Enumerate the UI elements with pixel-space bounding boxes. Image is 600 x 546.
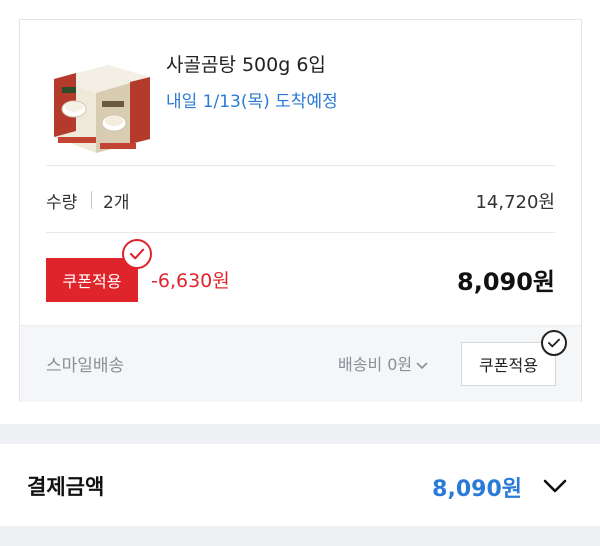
coupon-discount: -6,630원 (151, 270, 230, 292)
coupon-row: 쿠폰적용 -6,630원 8,090원 (46, 239, 555, 303)
section-divider (0, 424, 600, 444)
apply-coupon-button[interactable]: 쿠폰적용 (46, 258, 138, 302)
item-final-price: 8,090원 (457, 268, 555, 296)
section-divider (0, 526, 600, 546)
shipping-fee-dropdown[interactable]: 배송비 0원 (338, 351, 428, 375)
order-item-card: 사골곰탕 500g 6입 내일 1/13(목) 도착예정 수량 2개 14,72… (19, 19, 582, 402)
product-section: 사골곰탕 500g 6입 내일 1/13(목) 도착예정 (20, 20, 581, 166)
shipping-row: 스마일배송 배송비 0원 쿠폰적용 (20, 325, 581, 402)
chevron-down-icon[interactable] (541, 474, 569, 498)
product-name[interactable]: 사골곰탕 500g 6입 (166, 50, 326, 77)
divider (46, 232, 555, 233)
payment-summary-row[interactable]: 결제금액 8,090원 (0, 444, 600, 526)
product-thumbnail[interactable] (46, 57, 154, 157)
shipping-label: 스마일배송 (46, 356, 125, 376)
quantity-row: 수량 2개 14,720원 (46, 186, 555, 216)
delivery-estimate: 내일 1/13(목) 도착예정 (166, 92, 338, 112)
quantity-value[interactable]: 2개 (103, 188, 129, 213)
payment-amount: 8,090원 (432, 477, 522, 502)
quantity-price: 14,720원 (475, 192, 555, 213)
payment-label: 결제금액 (27, 475, 105, 499)
quantity-separator (91, 191, 92, 209)
shipping-fee-text: 배송비 0원 (338, 355, 413, 374)
check-icon (541, 330, 567, 356)
divider (46, 165, 555, 166)
chevron-down-icon (416, 361, 428, 369)
quantity-label: 수량 (46, 193, 78, 213)
check-icon (122, 239, 152, 269)
